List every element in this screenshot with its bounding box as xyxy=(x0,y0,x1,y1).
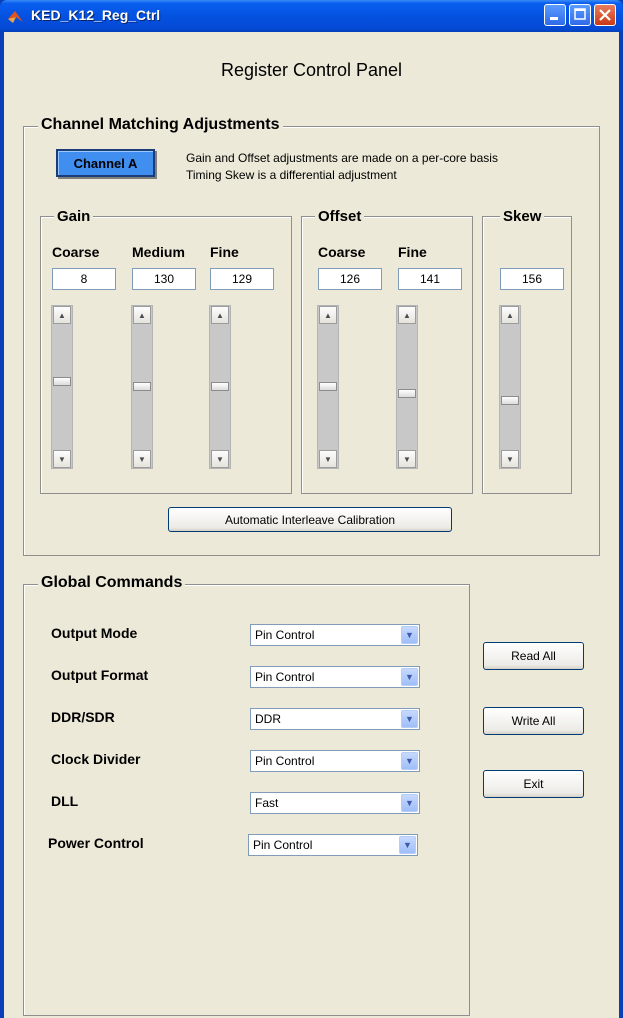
ddr-sdr-select[interactable]: DDR ▼ xyxy=(250,708,420,730)
slider-track[interactable] xyxy=(211,325,229,450)
title-bar[interactable]: KED_K12_Reg_Ctrl xyxy=(0,0,623,32)
auto-interleave-calibration-button[interactable]: Automatic Interleave Calibration xyxy=(168,507,452,532)
skew-label: Skew xyxy=(500,208,545,225)
gain-medium-slider[interactable]: ▲ ▼ xyxy=(131,305,153,469)
output-format-value: Pin Control xyxy=(255,670,315,684)
channel-a-button[interactable]: Channel A xyxy=(56,149,155,177)
window-client-area: Register Control Panel Channel Matching … xyxy=(4,32,619,1018)
dll-label: DLL xyxy=(51,793,79,809)
chevron-down-icon[interactable]: ▼ xyxy=(401,794,418,812)
output-mode-value: Pin Control xyxy=(255,628,315,642)
gain-coarse-label: Coarse xyxy=(52,244,100,260)
power-control-select[interactable]: Pin Control ▼ xyxy=(248,834,418,856)
offset-coarse-value[interactable]: 126 xyxy=(318,268,382,290)
gain-fine-value[interactable]: 129 xyxy=(210,268,274,290)
chevron-down-icon[interactable]: ▼ xyxy=(401,626,418,644)
exit-button[interactable]: Exit xyxy=(483,770,584,798)
gain-medium-value[interactable]: 130 xyxy=(132,268,196,290)
minimize-button[interactable] xyxy=(544,4,566,26)
adjustment-note-line2: Timing Skew is a differential adjustment xyxy=(186,168,397,182)
clock-divider-value: Pin Control xyxy=(255,754,315,768)
scroll-up-arrow-icon[interactable]: ▲ xyxy=(53,306,71,324)
maximize-button[interactable] xyxy=(569,4,591,26)
dll-select[interactable]: Fast ▼ xyxy=(250,792,420,814)
clock-divider-label: Clock Divider xyxy=(51,751,141,767)
chevron-down-icon[interactable]: ▼ xyxy=(401,752,418,770)
application-window: KED_K12_Reg_Ctrl Register Control Panel … xyxy=(0,0,623,1018)
output-mode-select[interactable]: Pin Control ▼ xyxy=(250,624,420,646)
clock-divider-select[interactable]: Pin Control ▼ xyxy=(250,750,420,772)
global-commands-label: Global Commands xyxy=(38,574,186,592)
scroll-down-arrow-icon[interactable]: ▼ xyxy=(501,450,519,468)
scroll-down-arrow-icon[interactable]: ▼ xyxy=(211,450,229,468)
offset-fine-slider[interactable]: ▲ ▼ xyxy=(396,305,418,469)
scroll-up-arrow-icon[interactable]: ▲ xyxy=(501,306,519,324)
close-button[interactable] xyxy=(594,4,616,26)
scroll-down-arrow-icon[interactable]: ▼ xyxy=(398,450,416,468)
dll-value: Fast xyxy=(255,796,279,810)
slider-thumb[interactable] xyxy=(501,396,519,405)
output-mode-label: Output Mode xyxy=(51,625,138,641)
ddr-sdr-value: DDR xyxy=(255,712,281,726)
read-all-button[interactable]: Read All xyxy=(483,642,584,670)
ddr-sdr-label: DDR/SDR xyxy=(51,709,115,725)
matlab-icon xyxy=(8,11,23,23)
chevron-down-icon[interactable]: ▼ xyxy=(401,668,418,686)
channel-matching-label: Channel Matching Adjustments xyxy=(38,116,283,134)
maximize-icon xyxy=(574,8,586,20)
skew-value[interactable]: 156 xyxy=(500,268,564,290)
close-icon xyxy=(599,9,611,21)
window-title: KED_K12_Reg_Ctrl xyxy=(31,7,161,23)
offset-fine-label: Fine xyxy=(398,244,427,260)
gain-coarse-value[interactable]: 8 xyxy=(52,268,116,290)
minimize-icon xyxy=(550,17,558,20)
slider-thumb[interactable] xyxy=(398,389,416,398)
offset-coarse-slider[interactable]: ▲ ▼ xyxy=(317,305,339,469)
slider-track[interactable] xyxy=(133,325,151,450)
slider-track[interactable] xyxy=(501,325,519,450)
scroll-up-arrow-icon[interactable]: ▲ xyxy=(133,306,151,324)
power-control-label: Power Control xyxy=(48,835,144,851)
chevron-down-icon[interactable]: ▼ xyxy=(401,710,418,728)
output-format-select[interactable]: Pin Control ▼ xyxy=(250,666,420,688)
offset-fine-value[interactable]: 141 xyxy=(398,268,462,290)
scroll-up-arrow-icon[interactable]: ▲ xyxy=(319,306,337,324)
scroll-down-arrow-icon[interactable]: ▼ xyxy=(53,450,71,468)
chevron-down-icon[interactable]: ▼ xyxy=(399,836,416,854)
gain-fine-label: Fine xyxy=(210,244,239,260)
gain-coarse-slider[interactable]: ▲ ▼ xyxy=(51,305,73,469)
offset-coarse-label: Coarse xyxy=(318,244,366,260)
slider-track[interactable] xyxy=(319,325,337,450)
skew-frame xyxy=(482,216,572,494)
slider-thumb[interactable] xyxy=(211,382,229,391)
slider-thumb[interactable] xyxy=(319,382,337,391)
scroll-down-arrow-icon[interactable]: ▼ xyxy=(133,450,151,468)
slider-track[interactable] xyxy=(398,325,416,450)
gain-medium-label: Medium xyxy=(132,244,185,260)
scroll-up-arrow-icon[interactable]: ▲ xyxy=(211,306,229,324)
power-control-value: Pin Control xyxy=(253,838,313,852)
adjustment-note-line1: Gain and Offset adjustments are made on … xyxy=(186,151,498,165)
gain-fine-slider[interactable]: ▲ ▼ xyxy=(209,305,231,469)
write-all-button[interactable]: Write All xyxy=(483,707,584,735)
offset-label: Offset xyxy=(315,208,365,225)
panel-title: Register Control Panel xyxy=(220,60,403,80)
slider-thumb[interactable] xyxy=(53,377,71,386)
slider-track[interactable] xyxy=(53,325,71,450)
scroll-down-arrow-icon[interactable]: ▼ xyxy=(319,450,337,468)
skew-slider[interactable]: ▲ ▼ xyxy=(499,305,521,469)
output-format-label: Output Format xyxy=(51,667,149,683)
scroll-up-arrow-icon[interactable]: ▲ xyxy=(398,306,416,324)
gain-label: Gain xyxy=(54,208,94,225)
slider-thumb[interactable] xyxy=(133,382,151,391)
